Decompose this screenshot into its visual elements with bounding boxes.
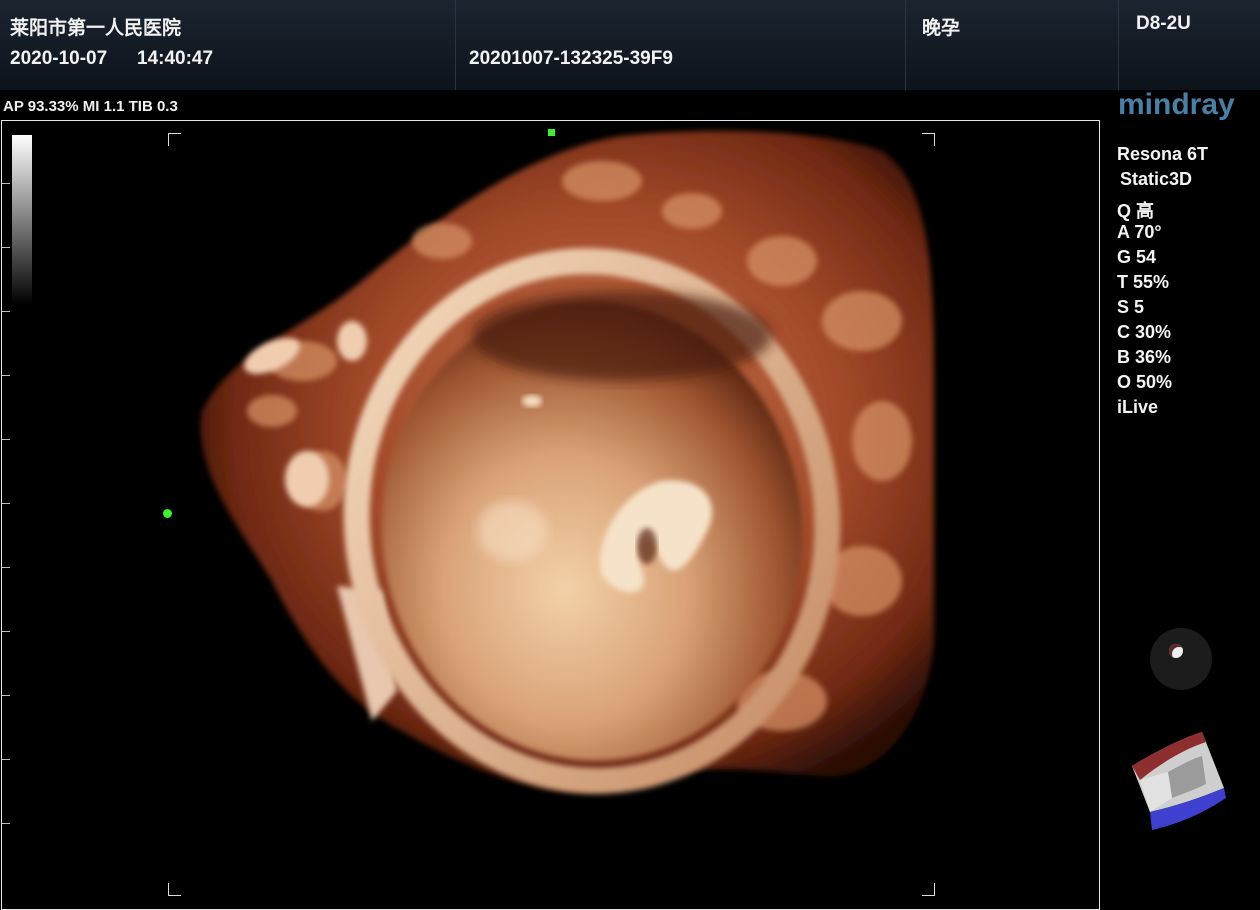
param-opacity: O 50% bbox=[1117, 372, 1173, 392]
depth-tick bbox=[2, 439, 10, 440]
device-model: Resona 6T bbox=[1117, 144, 1209, 164]
acoustic-status: AP 93.33% MI 1.1 TIB 0.3 bbox=[3, 98, 178, 115]
depth-tick bbox=[2, 631, 10, 632]
roi-corner-top-left bbox=[168, 133, 181, 146]
probe-name: D8-2U bbox=[1136, 13, 1191, 34]
roi-corner-top-right bbox=[922, 133, 935, 146]
exam-id: 20201007-132325-39F9 bbox=[469, 48, 673, 69]
depth-tick bbox=[2, 567, 10, 568]
param-angle: A 70° bbox=[1117, 222, 1162, 242]
depth-tick bbox=[2, 759, 10, 760]
roi-corner-bottom-right bbox=[922, 883, 935, 896]
header-cell-probe: D8-2U bbox=[1119, 0, 1260, 90]
roi-corner-bottom-left bbox=[168, 883, 181, 896]
brand-logo: mindray bbox=[1118, 88, 1235, 121]
param-quality: Q 高 bbox=[1117, 201, 1155, 221]
hospital-name: 莱阳市第一人民医院 bbox=[10, 18, 182, 39]
param-contrast: C 30% bbox=[1117, 322, 1172, 342]
depth-tick bbox=[2, 183, 10, 184]
depth-tick bbox=[2, 503, 10, 504]
focus-marker[interactable] bbox=[163, 509, 172, 518]
circle-knob-icon[interactable] bbox=[1150, 628, 1212, 690]
embryo-shadow bbox=[637, 528, 657, 564]
depth-tick bbox=[2, 247, 10, 248]
param-threshold: T 55% bbox=[1117, 272, 1170, 292]
exam-time: 14:40:47 bbox=[137, 48, 214, 69]
header-cell-exam-type: 晚孕 bbox=[906, 0, 1119, 90]
depth-tick bbox=[2, 823, 10, 824]
header-cell-hospital: 莱阳市第一人民医院 2020-10-07 14:40:47 bbox=[0, 0, 456, 90]
imaging-mode: Static3D bbox=[1120, 169, 1193, 189]
exam-date: 2020-10-07 bbox=[10, 48, 108, 69]
depth-tick bbox=[2, 375, 10, 376]
param-ilive: iLive bbox=[1117, 397, 1159, 417]
header-cell-exam-id: 20201007-132325-39F9 bbox=[456, 0, 906, 90]
depth-tick bbox=[2, 311, 10, 312]
param-gain: G 54 bbox=[1117, 247, 1157, 267]
image-viewport[interactable] bbox=[1, 120, 1100, 910]
orientation-marker bbox=[548, 129, 555, 136]
exam-type: 晚孕 bbox=[922, 18, 961, 39]
highlight bbox=[477, 501, 547, 561]
cavity-shadow bbox=[472, 291, 772, 381]
depth-tick bbox=[2, 695, 10, 696]
highlight bbox=[522, 395, 542, 407]
gray-scale-bar bbox=[12, 135, 32, 305]
knob-indicator bbox=[1169, 644, 1183, 658]
header-bar: 莱阳市第一人民医院 2020-10-07 14:40:47 20201007-1… bbox=[0, 0, 1260, 90]
param-brightness: B 36% bbox=[1117, 347, 1172, 367]
3d-orientation-cube-icon[interactable] bbox=[1128, 728, 1232, 832]
param-smooth: S 5 bbox=[1117, 297, 1145, 317]
